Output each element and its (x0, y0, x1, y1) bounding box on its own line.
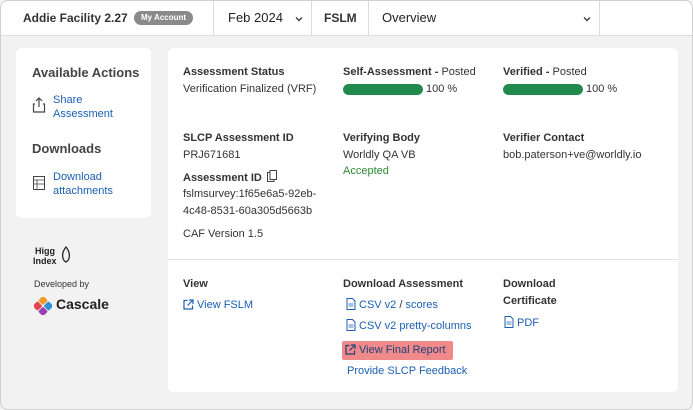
csv-row: CSV v2 / scores (346, 298, 438, 311)
self-assessment-label: Self-Assessment - Posted (343, 66, 476, 78)
csv-pretty-columns-link[interactable]: CSV v2 pretty-columns (346, 319, 471, 332)
facility-name: Addie Facility 2.27 (23, 11, 128, 25)
view-final-report-link[interactable]: View Final Report (345, 344, 446, 356)
view-label: View (183, 278, 208, 290)
slcp-id-value: PRJ671681 (183, 149, 241, 161)
verifier-contact-label: Verifier Contact (503, 132, 585, 144)
view-value: Overview (382, 10, 437, 25)
download-certificate-label-line1: Download (503, 278, 556, 290)
divider (368, 1, 369, 36)
file-icon (346, 319, 356, 331)
verified-pct: 100 % (586, 83, 618, 95)
my-account-badge[interactable]: My Account (134, 11, 194, 25)
progress-fill (343, 84, 423, 95)
share-assessment-link[interactable]: Share Assessment (53, 93, 143, 121)
download-certificate-label-line2: Certificate (503, 295, 557, 307)
assessment-id-line1: fslmsurvey:1f65e6a5-92eb- (183, 188, 317, 200)
provide-slcp-feedback-link[interactable]: Provide SLCP Feedback (347, 365, 467, 377)
assessment-id-label: Assessment ID (183, 172, 262, 184)
share-icon (32, 97, 46, 113)
slcp-id-label: SLCP Assessment ID (183, 132, 294, 144)
available-actions-title: Available Actions (32, 65, 140, 80)
period-value: Feb 2024 (228, 10, 283, 25)
developed-by-label: Developed by (34, 279, 90, 289)
self-assessment-progress (343, 84, 423, 95)
verified-progress (503, 84, 583, 95)
self-assessment-pct: 100 % (426, 83, 458, 95)
attachment-icon (33, 176, 45, 190)
app-frame: Addie Facility 2.27 My Account Feb 2024 … (0, 0, 693, 410)
download-assessment-label: Download Assessment (343, 278, 464, 290)
actions-card: Available Actions Share Assessment Downl… (16, 48, 151, 218)
assessment-status-label: Assessment Status (183, 66, 285, 78)
assessment-status-value: Verification Finalized (VRF) (183, 83, 317, 95)
verification-accepted-status: Accepted (343, 165, 389, 177)
divider (311, 1, 312, 36)
chevron-down-icon (583, 16, 591, 22)
divider (599, 1, 600, 36)
external-link-icon (345, 344, 356, 355)
top-bar: Addie Facility 2.27 My Account Feb 2024 … (1, 1, 692, 36)
view-fslm-link[interactable]: View FSLM (183, 299, 253, 311)
external-link-icon (183, 299, 194, 310)
divider (213, 1, 214, 36)
section-divider (168, 259, 678, 260)
assessment-id-line2: 4c48-8531-60a305d5663b (183, 205, 313, 217)
csv-separator: / (399, 299, 403, 311)
cascale-wordmark: Cascale (56, 296, 109, 312)
chevron-down-icon (295, 16, 303, 22)
higg-index-logo: Higg Index (33, 245, 71, 266)
csv-v2-link[interactable]: CSV v2 (359, 299, 396, 311)
download-attachments-link[interactable]: Download attachments (53, 170, 143, 198)
downloads-title: Downloads (32, 141, 102, 156)
verifying-body-label: Verifying Body (343, 132, 421, 144)
verified-label: Verified - Posted (503, 66, 587, 78)
verifier-contact-value: bob.paterson+ve@worldly.io (503, 149, 642, 161)
cascale-logo-icon (34, 297, 52, 315)
copy-icon[interactable] (267, 170, 277, 182)
svg-text:Index: Index (33, 256, 57, 266)
scores-link[interactable]: scores (405, 299, 437, 311)
svg-text:Higg: Higg (35, 246, 55, 256)
verifying-body-value: Worldly QA VB (343, 149, 416, 161)
file-icon (504, 316, 514, 328)
caf-version: CAF Version 1.5 (183, 228, 264, 240)
pdf-link[interactable]: PDF (504, 316, 539, 329)
progress-fill (503, 84, 583, 95)
file-icon (346, 298, 356, 310)
module-label: FSLM (324, 11, 357, 25)
